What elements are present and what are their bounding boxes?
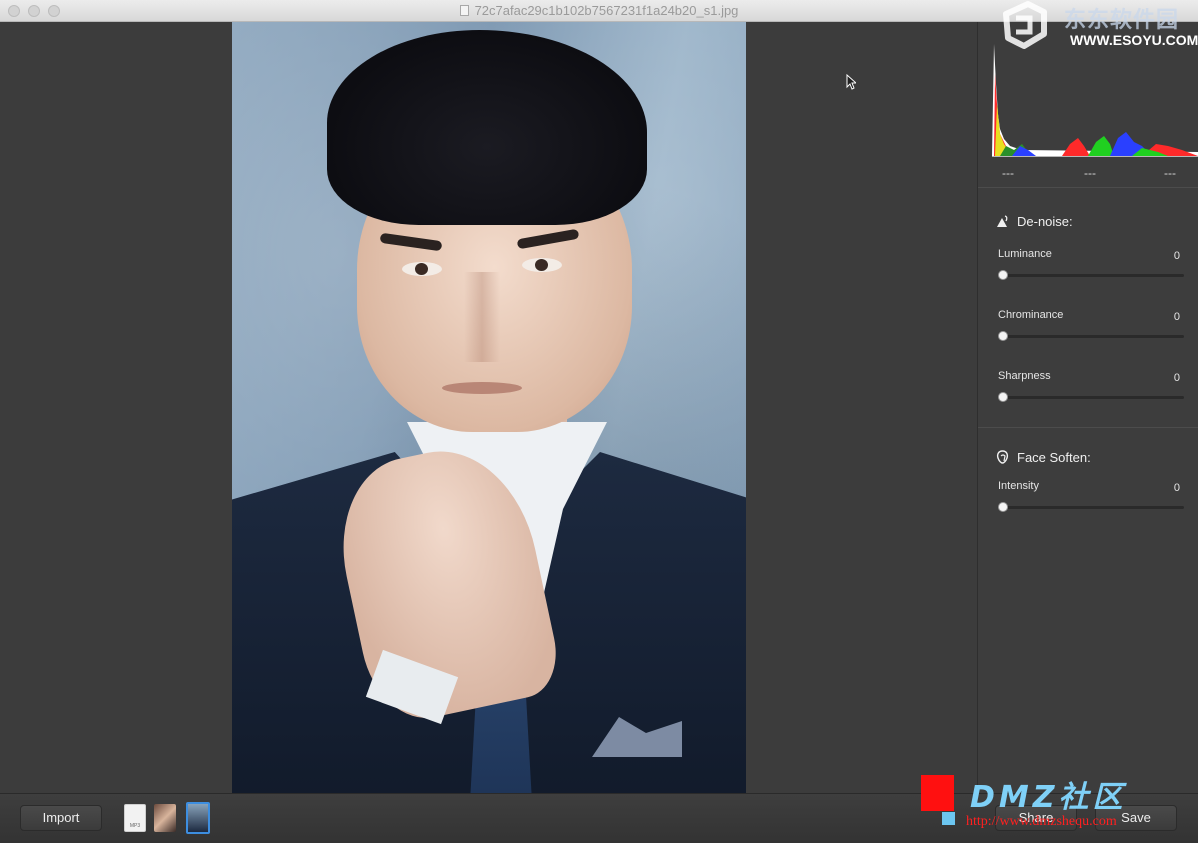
sharpness-slider-track[interactable] [998, 396, 1184, 399]
mouse-cursor-icon [846, 74, 856, 90]
chrominance-slider-track[interactable] [998, 335, 1184, 338]
image-canvas[interactable] [0, 22, 977, 793]
photo-eye-right [522, 258, 562, 272]
adjustments-panel: --- --- --- De-noise: Luminance 0 Chromi… [977, 22, 1198, 793]
chrominance-slider-row: Chrominance 0 [998, 309, 1184, 341]
mp3-thumbnail-caption: MP3 [129, 823, 141, 829]
dmz-logo-blue-block [942, 812, 955, 825]
app-window: 72c7afac29c1b102b7567231f1a24b20_s1.jpg [0, 0, 1198, 843]
intensity-slider-thumb[interactable] [998, 502, 1008, 512]
document-icon [459, 5, 469, 16]
photo-thumbnail-1[interactable] [154, 804, 176, 832]
sharpness-value: 0 [1173, 372, 1180, 384]
histogram-label-shadows: --- [1002, 166, 1014, 180]
sharpness-slider-row: Sharpness 0 [998, 370, 1184, 402]
preview-photo[interactable] [232, 22, 746, 793]
sharpness-label: Sharpness [998, 370, 1051, 382]
chrominance-slider-thumb[interactable] [998, 331, 1008, 341]
mp3-thumbnail[interactable]: MP3 [124, 804, 146, 832]
esoyu-logo-icon [1003, 1, 1047, 49]
denoise-title: De-noise: [1017, 214, 1073, 229]
photo-thumbnail-2[interactable] [186, 802, 210, 834]
histogram-labels: --- --- --- [978, 166, 1198, 180]
face-soften-title: Face Soften: [1017, 450, 1091, 465]
dmz-brand: DMZ社区 [970, 780, 1127, 815]
histogram-label-highlights: --- [1164, 166, 1176, 180]
luminance-slider-track[interactable] [998, 274, 1184, 277]
chrominance-value: 0 [1173, 311, 1180, 323]
esoyu-brand: 东东软件园 [1064, 8, 1180, 33]
panel-divider-2 [978, 427, 1198, 428]
denoise-section-title: De-noise: [996, 214, 1073, 229]
intensity-slider-row: Intensity 0 [998, 480, 1184, 512]
photo-eye-left [402, 262, 442, 276]
intensity-label: Intensity [998, 480, 1039, 492]
luminance-slider-row: Luminance 0 [998, 248, 1184, 280]
face-icon [996, 450, 1009, 464]
denoise-icon [997, 215, 1008, 227]
dmz-watermark: DMZ社区 http://www.dmzshequ.com [920, 772, 1198, 843]
luminance-value: 0 [1173, 250, 1180, 262]
intensity-value: 0 [1173, 482, 1180, 494]
dmz-logo-red-block [921, 775, 954, 811]
esoyu-url: WWW.ESOYU.COM [1070, 32, 1198, 48]
intensity-slider-track[interactable] [998, 506, 1184, 509]
histogram-chart [992, 44, 1198, 157]
luminance-label: Luminance [998, 248, 1052, 260]
dmz-url: http://www.dmzshequ.com [966, 814, 1117, 829]
sharpness-slider-thumb[interactable] [998, 392, 1008, 402]
window-title: 72c7afac29c1b102b7567231f1a24b20_s1.jpg [474, 3, 739, 18]
esoyu-watermark: 东东软件园 WWW.ESOYU.COM [998, 0, 1198, 52]
panel-divider [978, 187, 1198, 188]
photo-mouth [442, 382, 522, 394]
chrominance-label: Chrominance [998, 309, 1064, 321]
import-button[interactable]: Import [20, 805, 102, 831]
luminance-slider-thumb[interactable] [998, 270, 1008, 280]
photo-nose [464, 272, 500, 362]
face-soften-section-title: Face Soften: [996, 450, 1091, 465]
histogram-label-midtones: --- [1084, 166, 1096, 180]
